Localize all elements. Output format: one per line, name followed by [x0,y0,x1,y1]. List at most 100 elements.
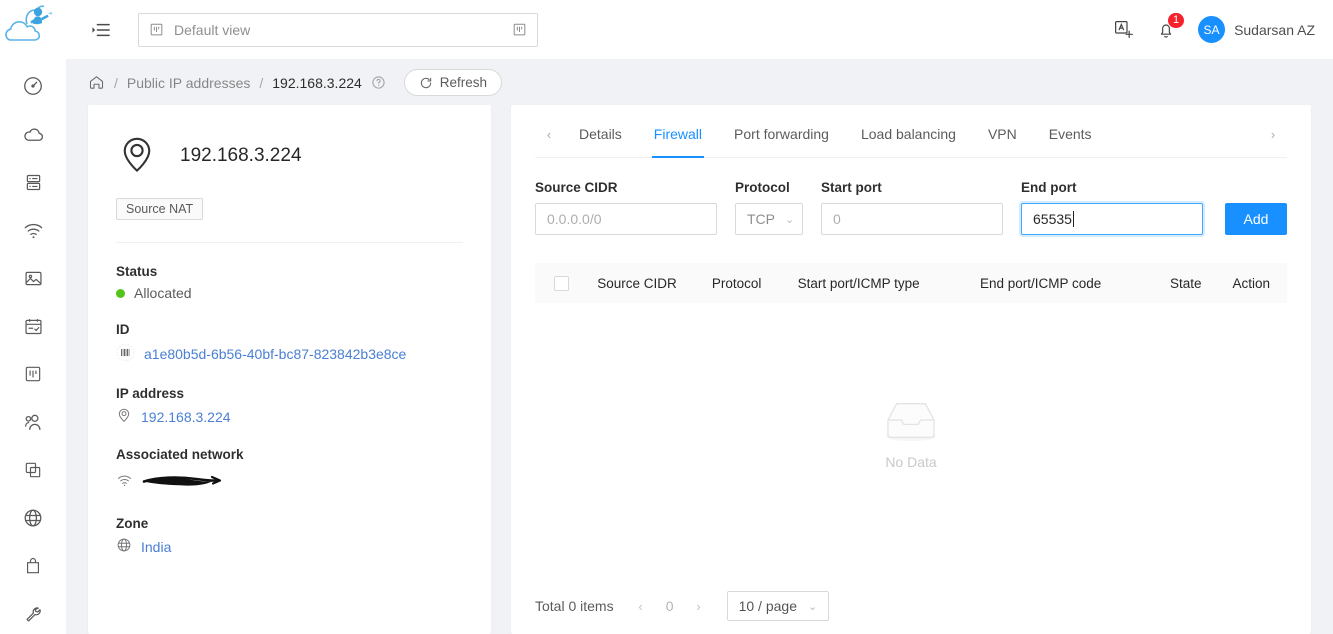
field-label: Status [116,264,158,279]
notifications-icon[interactable]: 1 [1156,11,1186,40]
main-region: Default view 1 SA Sudarsan AZ / Public I… [66,0,1333,634]
field-status: Status Allocated [116,264,463,301]
firewall-rule-form: Source CIDR 0.0.0.0/0 Protocol TCP ⌄ Sta… [535,180,1287,235]
field-ip-address: IP address 192.168.3.224 [116,386,463,426]
protocol-label: Protocol [735,180,790,195]
start-port-label: Start port [821,180,882,195]
barcode-icon[interactable] [116,343,135,365]
select-all-checkbox[interactable] [553,275,569,291]
user-name: Sudarsan AZ [1234,21,1315,38]
tab-load-balancing[interactable]: Load balancing [845,111,972,157]
field-label: Zone [116,516,149,531]
header-actions: 1 SA Sudarsan AZ [1113,11,1315,43]
notification-badge: 1 [1166,11,1186,29]
end-port-label: End port [1021,180,1077,195]
next-page-button[interactable]: › [689,599,709,614]
view-selector[interactable]: Default view [138,12,538,47]
refresh-icon [420,77,431,88]
sidebar-item-infrastructure[interactable] [0,498,66,538]
sidebar-item-storage[interactable] [0,162,66,202]
page-title: 192.168.3.224 [180,144,302,166]
pin-icon [116,407,132,426]
end-port-input[interactable]: 65535 [1021,203,1203,235]
empty-state: No Data [535,303,1287,578]
breadcrumb-current: 192.168.3.224 [272,74,362,91]
add-button[interactable]: Add [1225,203,1287,235]
tab-scroll-prev[interactable]: ‹ [535,127,563,142]
protocol-value: TCP [747,211,775,227]
avatar: SA [1198,16,1226,43]
globe-icon [116,537,132,556]
sidebar-item-accounts[interactable] [0,402,66,442]
field-label: Associated network [116,447,244,462]
protocol-select[interactable]: TCP ⌄ [735,203,803,235]
source-nat-tag: Source NAT [116,198,204,220]
rail-icon-list [0,46,66,634]
page-size-select[interactable]: 10 / page ⌄ [726,591,830,621]
sidebar-item-offerings[interactable] [0,546,66,586]
protocol-group: Protocol TCP ⌄ [735,180,803,235]
chevron-down-icon: ⌄ [785,213,795,226]
field-value: Allocated [116,285,463,301]
refresh-button[interactable]: Refresh [403,69,503,96]
sidebar-item-tools[interactable] [0,594,66,634]
content-area: 192.168.3.224 Source NAT Status Allocate… [66,105,1333,634]
menu-collapse-icon[interactable] [88,17,114,43]
text-caret [1072,211,1074,227]
source-cidr-label: Source CIDR [535,180,618,195]
field-associated-network: Associated network [116,447,463,495]
field-label: ID [116,322,130,337]
status-dot-icon [116,288,125,298]
zone-link[interactable]: India [141,539,171,555]
sidebar-item-domains[interactable] [0,450,66,490]
firewall-rules-table: Source CIDR Protocol Start port/ICMP typ… [535,263,1287,578]
language-icon[interactable] [1113,19,1134,40]
sidebar-item-images[interactable] [0,258,66,298]
field-value: a1e80b5d-6b56-40bf-bc87-823842b3e8ce [116,343,463,365]
end-port-group: End port 65535 [1021,180,1203,235]
ip-address-link[interactable]: 192.168.3.224 [141,409,231,425]
column-protocol: Protocol [711,275,762,291]
pagination: Total 0 items ‹ 0 › 10 / page ⌄ [535,578,1287,634]
cloudstack-logo[interactable] [0,0,66,46]
user-menu[interactable]: SA Sudarsan AZ [1198,16,1315,43]
select-all-cell [535,275,587,291]
app-window: Default view 1 SA Sudarsan AZ / Public I… [0,0,1333,634]
column-start-port: Start port/ICMP type [797,275,920,291]
help-icon[interactable] [371,75,386,90]
sidebar-item-projects[interactable] [0,354,66,394]
divider [116,242,463,243]
sidebar-item-events[interactable] [0,306,66,346]
breadcrumb-parent[interactable]: Public IP addresses [127,75,250,91]
sidebar-item-dashboard[interactable] [0,66,66,106]
start-port-input[interactable]: 0 [821,203,1003,235]
top-header: Default view 1 SA Sudarsan AZ [66,0,1333,60]
breadcrumb-separator: / [114,74,118,91]
source-cidr-group: Source CIDR 0.0.0.0/0 [535,180,717,235]
id-link[interactable]: a1e80b5d-6b56-40bf-bc87-823842b3e8ce [144,346,406,362]
tab-vpn[interactable]: VPN [972,111,1033,157]
project-switch-icon[interactable] [512,22,527,37]
left-nav-rail [0,0,66,634]
sidebar-item-compute[interactable] [0,114,66,154]
home-icon[interactable] [88,74,105,91]
page-size-value: 10 / page [738,598,797,614]
prev-page-button[interactable]: ‹ [631,599,651,614]
empty-text: No Data [885,454,937,470]
column-action: Action [1232,275,1271,291]
field-value [116,468,463,495]
tab-scroll-next[interactable]: › [1259,127,1287,142]
tab-bar: ‹ Details Firewall Port forwarding Load … [535,105,1287,158]
tab-firewall[interactable]: Firewall [638,111,718,158]
tab-port-forwarding[interactable]: Port forwarding [718,111,845,157]
tab-details[interactable]: Details [563,111,638,157]
field-id: ID a1e80b5d-6b56-40bf-bc87-823842b3e8ce [116,322,463,365]
current-page[interactable]: 0 [660,598,680,614]
tab-events[interactable]: Events [1033,111,1108,157]
wifi-icon [116,472,133,492]
source-cidr-input[interactable]: 0.0.0.0/0 [535,203,717,235]
breadcrumb-separator: / [259,74,264,91]
sidebar-item-network[interactable] [0,210,66,250]
field-value: India [116,537,463,556]
start-port-group: Start port 0 [821,180,1003,235]
